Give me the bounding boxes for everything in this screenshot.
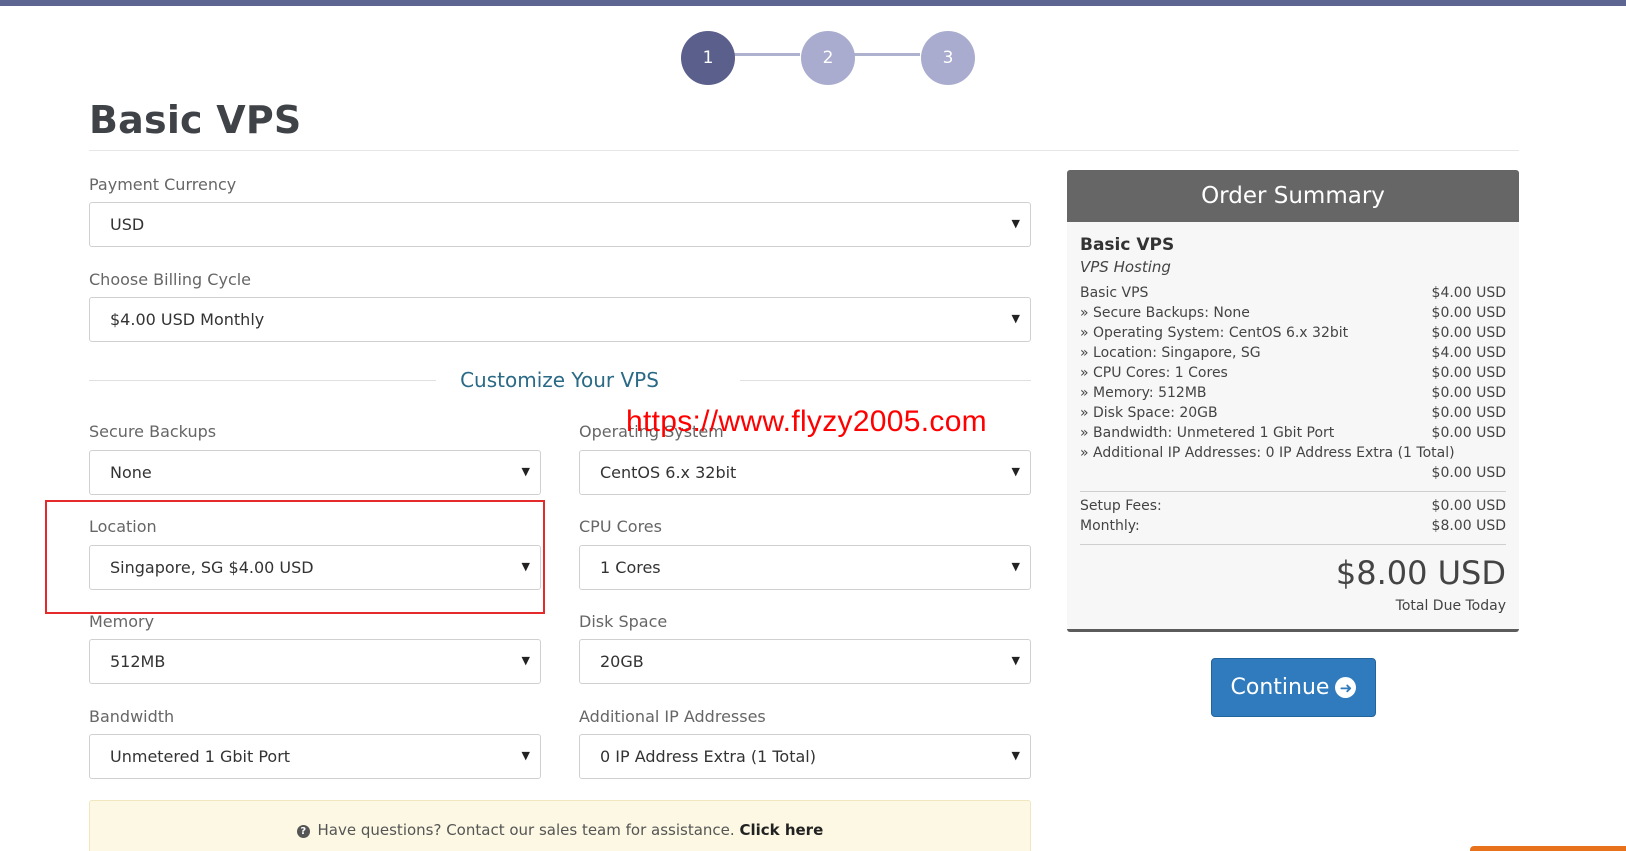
memory-label: Memory	[89, 612, 155, 631]
summary-line-amount: $0.00 USD	[1431, 365, 1506, 381]
summary-line-label: » Disk Space: 20GB	[1080, 405, 1218, 421]
customize-title: Customize Your VPS	[0, 368, 1119, 392]
summary-line: » Bandwidth: Unmetered 1 Gbit Port $0.00…	[1080, 425, 1506, 445]
summary-divider	[1080, 544, 1506, 545]
secure-backups-select[interactable]: None ▼	[89, 450, 541, 495]
summary-line: » Secure Backups: None $0.00 USD	[1080, 305, 1506, 325]
total-due-amount: $8.00 USD	[1335, 554, 1506, 592]
secure-backups-label: Secure Backups	[89, 422, 217, 441]
summary-line-label: » Additional IP Addresses: 0 IP Address …	[1080, 445, 1455, 461]
summary-line-label: Basic VPS	[1080, 285, 1149, 301]
summary-product-group: VPS Hosting	[1080, 258, 1171, 276]
caret-down-icon: ▼	[1011, 465, 1020, 478]
setup-fees-amount: $0.00 USD	[1431, 498, 1506, 514]
summary-line-amount: $4.00 USD	[1431, 285, 1506, 301]
summary-line-amount: $0.00 USD	[1431, 305, 1506, 321]
billing-cycle-value: $4.00 USD Monthly	[110, 310, 265, 329]
summary-line-amount: $0.00 USD	[1431, 465, 1506, 481]
caret-down-icon: ▼	[1011, 312, 1020, 325]
summary-line: » Additional IP Addresses: 0 IP Address …	[1080, 445, 1506, 465]
summary-line: Basic VPS $4.00 USD	[1080, 285, 1506, 305]
caret-down-icon: ▼	[521, 654, 530, 667]
summary-line: » Operating System: CentOS 6.x 32bit $0.…	[1080, 325, 1506, 345]
summary-line-label: » Secure Backups: None	[1080, 305, 1250, 321]
disk-space-select[interactable]: 20GB ▼	[579, 639, 1031, 684]
caret-down-icon: ▼	[1011, 749, 1020, 762]
customize-title-text: Customize Your VPS	[460, 368, 659, 392]
caret-down-icon: ▼	[521, 465, 530, 478]
continue-label: Continue	[1230, 675, 1330, 700]
summary-line: » CPU Cores: 1 Cores $0.00 USD	[1080, 365, 1506, 385]
summary-line-label: » Bandwidth: Unmetered 1 Gbit Port	[1080, 425, 1335, 441]
summary-line-amount: $0.00 USD	[1431, 385, 1506, 401]
step-2: 2	[801, 31, 855, 85]
summary-line-amount: $0.00 USD	[1431, 425, 1506, 441]
caret-down-icon: ▼	[521, 749, 530, 762]
additional-ip-select[interactable]: 0 IP Address Extra (1 Total) ▼	[579, 734, 1031, 779]
total-due-label: Total Due Today	[1395, 598, 1506, 614]
top-accent-bar	[0, 0, 1626, 6]
memory-select[interactable]: 512MB ▼	[89, 639, 541, 684]
corner-tab[interactable]	[1470, 846, 1626, 851]
summary-line-amount: $0.00 USD	[1431, 405, 1506, 421]
summary-line-amount: $0.00 USD	[1431, 325, 1506, 341]
summary-line: » Disk Space: 20GB $0.00 USD	[1080, 405, 1506, 425]
bandwidth-select[interactable]: Unmetered 1 Gbit Port ▼	[89, 734, 541, 779]
summary-line-amount: $4.00 USD	[1431, 345, 1506, 361]
summary-line-amount-row: $0.00 USD	[1080, 465, 1506, 485]
help-link[interactable]: Click here	[739, 821, 823, 839]
step-1: 1	[681, 31, 735, 85]
step-3: 3	[921, 31, 975, 85]
summary-line-label: » CPU Cores: 1 Cores	[1080, 365, 1228, 381]
monthly-label: Monthly:	[1080, 518, 1140, 534]
help-box: ? Have questions? Contact our sales team…	[89, 800, 1031, 851]
payment-currency-select[interactable]: USD ▼	[89, 202, 1031, 247]
disk-space-label: Disk Space	[579, 612, 668, 631]
memory-value: 512MB	[110, 652, 166, 671]
operating-system-value: CentOS 6.x 32bit	[600, 463, 737, 482]
billing-cycle-label: Choose Billing Cycle	[89, 270, 252, 289]
arrow-circle-right-icon: ➜	[1335, 677, 1357, 698]
cpu-cores-select[interactable]: 1 Cores ▼	[579, 545, 1031, 590]
help-text: Have questions? Contact our sales team f…	[317, 821, 735, 839]
summary-product-name: Basic VPS	[1080, 235, 1175, 255]
summary-line-label: » Memory: 512MB	[1080, 385, 1207, 401]
continue-button[interactable]: Continue ➜	[1211, 658, 1376, 717]
summary-line: » Memory: 512MB $0.00 USD	[1080, 385, 1506, 405]
summary-line-label: » Location: Singapore, SG	[1080, 345, 1261, 361]
order-summary-title: Order Summary	[1067, 170, 1519, 222]
additional-ip-value: 0 IP Address Extra (1 Total)	[600, 747, 816, 766]
cpu-cores-label: CPU Cores	[579, 517, 662, 536]
summary-line-label: » Operating System: CentOS 6.x 32bit	[1080, 325, 1349, 341]
cpu-cores-value: 1 Cores	[600, 558, 661, 577]
summary-line: » Location: Singapore, SG $4.00 USD	[1080, 345, 1506, 365]
order-summary-panel: Order Summary Basic VPS VPS Hosting Basi…	[1067, 170, 1519, 632]
page-title: Basic VPS	[89, 98, 302, 142]
bandwidth-value: Unmetered 1 Gbit Port	[110, 747, 291, 766]
payment-currency-label: Payment Currency	[89, 175, 237, 194]
summary-divider	[1080, 491, 1506, 492]
setup-fees-label: Setup Fees:	[1080, 498, 1162, 514]
caret-down-icon: ▼	[1011, 217, 1020, 230]
highlight-annotation-box	[45, 500, 545, 614]
secure-backups-value: None	[110, 463, 152, 482]
watermark-text: https://www.flyzy2005.com	[626, 405, 987, 438]
summary-setup-fees: Setup Fees: $0.00 USD	[1080, 498, 1506, 518]
summary-monthly: Monthly: $8.00 USD	[1080, 518, 1506, 538]
step-connector	[854, 53, 920, 56]
billing-cycle-select[interactable]: $4.00 USD Monthly ▼	[89, 297, 1031, 342]
additional-ip-label: Additional IP Addresses	[579, 707, 766, 726]
payment-currency-value: USD	[110, 215, 145, 234]
question-circle-icon: ?	[296, 825, 310, 838]
monthly-amount: $8.00 USD	[1431, 518, 1506, 534]
bandwidth-label: Bandwidth	[89, 707, 175, 726]
caret-down-icon: ▼	[1011, 654, 1020, 667]
operating-system-select[interactable]: CentOS 6.x 32bit ▼	[579, 450, 1031, 495]
step-connector	[734, 53, 800, 56]
caret-down-icon: ▼	[1011, 560, 1020, 573]
divider	[89, 150, 1519, 151]
disk-space-value: 20GB	[600, 652, 644, 671]
